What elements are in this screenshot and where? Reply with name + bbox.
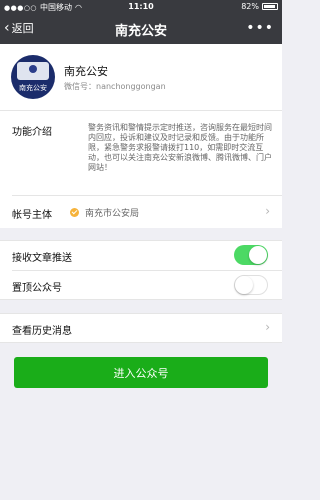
page-title: 南充公安: [114, 24, 167, 39]
pin-toggle[interactable]: [234, 275, 268, 295]
owner-row[interactable]: 南充市公安局: [70, 206, 139, 219]
intro-text: 警务资讯和警情提示定时推送，咨询服务在最短时间内回应，投诉和建议及时记录和反馈。…: [88, 123, 272, 172]
chevron-right-icon: ›: [265, 320, 270, 334]
wechat-id: 微信号：nanchonggongan: [64, 81, 166, 92]
receive-push-label: 接收文章推送: [12, 253, 72, 264]
toggle-knob: [249, 246, 267, 264]
owner-label: 帐号主体: [12, 210, 52, 221]
history-label: 查看历史消息: [12, 326, 72, 337]
avatar-caption: 南充公安: [19, 84, 47, 92]
battery-info: 82%: [241, 2, 278, 11]
status-time: 11:10: [128, 2, 154, 11]
wechat-id-value: nanchonggongan: [96, 82, 166, 91]
police-badge-icon: [17, 62, 49, 80]
chevron-right-icon[interactable]: ›: [265, 204, 270, 218]
receive-push-toggle[interactable]: [234, 245, 268, 265]
divider: [12, 270, 282, 271]
account-name: 南充公安: [64, 65, 108, 78]
verified-icon: [70, 208, 79, 217]
status-bar: ●●●○○ 中国移动 ◠ 11:10 82%: [0, 0, 282, 14]
more-button[interactable]: •••: [246, 20, 274, 36]
account-info: 功能介绍 警务资讯和警情提示定时推送，咨询服务在最短时间内回应，投诉和建议及时记…: [0, 110, 282, 228]
top-bar: ●●●○○ 中国移动 ◠ 11:10 82% ‹ 返回 南充公安 •••: [0, 0, 282, 44]
nav-bar: ‹ 返回 南充公安 •••: [0, 14, 282, 44]
intro-label: 功能介绍: [12, 127, 52, 138]
enter-account-button[interactable]: 进入公众号: [14, 357, 268, 388]
battery-percent: 82%: [241, 2, 259, 11]
toggle-knob: [235, 276, 253, 294]
profile-card: 南充公安 南充公安 微信号：nanchonggongan: [0, 44, 282, 110]
avatar: 南充公安: [11, 55, 55, 99]
owner-value: 南充市公安局: [85, 209, 140, 219]
battery-icon: [262, 3, 278, 10]
wechat-id-label: 微信号：: [64, 82, 96, 91]
history-row[interactable]: 查看历史消息 ›: [0, 313, 282, 343]
settings-group: 接收文章推送 置顶公众号: [0, 240, 282, 300]
divider: [12, 195, 282, 196]
pin-label: 置顶公众号: [12, 283, 62, 294]
